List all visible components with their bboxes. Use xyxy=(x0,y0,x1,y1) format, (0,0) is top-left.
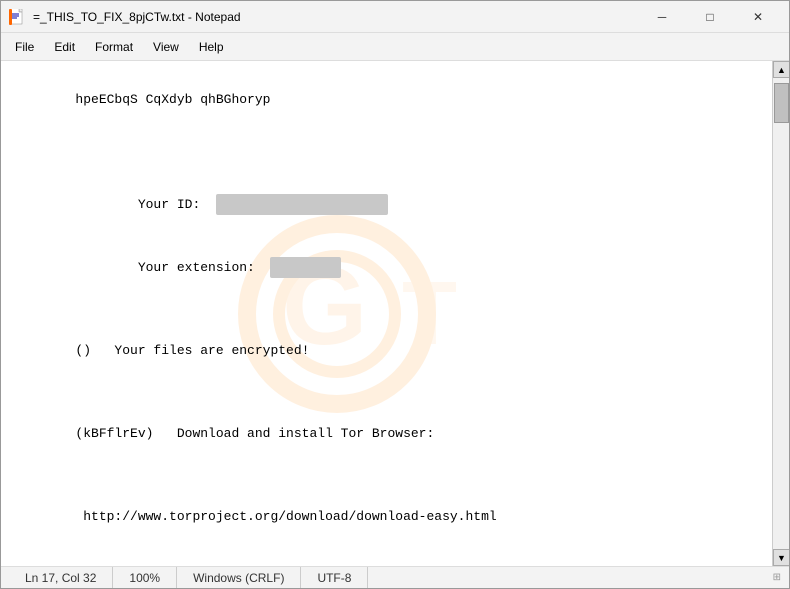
scroll-thumb[interactable] xyxy=(774,83,789,123)
text-wrapper: G T hpeECbqS CqXdyb qhBGhoryp Your ID: Y… xyxy=(1,61,772,566)
redacted-id xyxy=(216,194,388,215)
minimize-button[interactable]: ─ xyxy=(639,1,685,33)
title-bar: =_THIS_TO_FIX_8pjCTw.txt - Notepad ─ □ ✕ xyxy=(1,1,789,33)
menu-bar: File Edit Format View Help xyxy=(1,33,789,61)
app-icon xyxy=(9,9,25,25)
menu-help[interactable]: Help xyxy=(189,36,234,58)
scroll-track[interactable] xyxy=(773,78,789,549)
encoding: UTF-8 xyxy=(301,567,368,588)
scroll-up-button[interactable]: ▲ xyxy=(773,61,789,78)
line-your-id: Your ID: xyxy=(75,197,387,212)
menu-format[interactable]: Format xyxy=(85,36,143,58)
line-ending: Windows (CRLF) xyxy=(177,567,301,588)
maximize-button[interactable]: □ xyxy=(687,1,733,33)
redacted-extension xyxy=(270,257,340,278)
zoom-level: 100% xyxy=(113,567,177,588)
window-controls: ─ □ ✕ xyxy=(639,1,781,33)
resize-grip: ⊞ xyxy=(773,572,781,583)
scroll-down-button[interactable]: ▼ xyxy=(773,549,789,566)
line-extension: Your extension: xyxy=(75,260,340,275)
text-editor[interactable]: hpeECbqS CqXdyb qhBGhoryp Your ID: Your … xyxy=(1,61,772,566)
line-encrypted: () Your files are encrypted! xyxy=(75,343,309,358)
menu-view[interactable]: View xyxy=(143,36,189,58)
notepad-window: =_THIS_TO_FIX_8pjCTw.txt - Notepad ─ □ ✕… xyxy=(0,0,790,589)
window-title: =_THIS_TO_FIX_8pjCTw.txt - Notepad xyxy=(33,10,639,24)
line-download: (kBFflrEv) Download and install Tor Brow… xyxy=(75,426,434,441)
line-tor-url: http://www.torproject.org/download/downl… xyxy=(75,509,496,524)
status-bar: Ln 17, Col 32 100% Windows (CRLF) UTF-8 … xyxy=(1,566,789,588)
menu-edit[interactable]: Edit xyxy=(44,36,85,58)
scrollbar: ▲ ▼ xyxy=(772,61,789,566)
line-1: hpeECbqS CqXdyb qhBGhoryp xyxy=(75,92,270,107)
menu-file[interactable]: File xyxy=(5,36,44,58)
content-area: G T hpeECbqS CqXdyb qhBGhoryp Your ID: Y… xyxy=(1,61,789,566)
cursor-position: Ln 17, Col 32 xyxy=(9,567,113,588)
close-button[interactable]: ✕ xyxy=(735,1,781,33)
